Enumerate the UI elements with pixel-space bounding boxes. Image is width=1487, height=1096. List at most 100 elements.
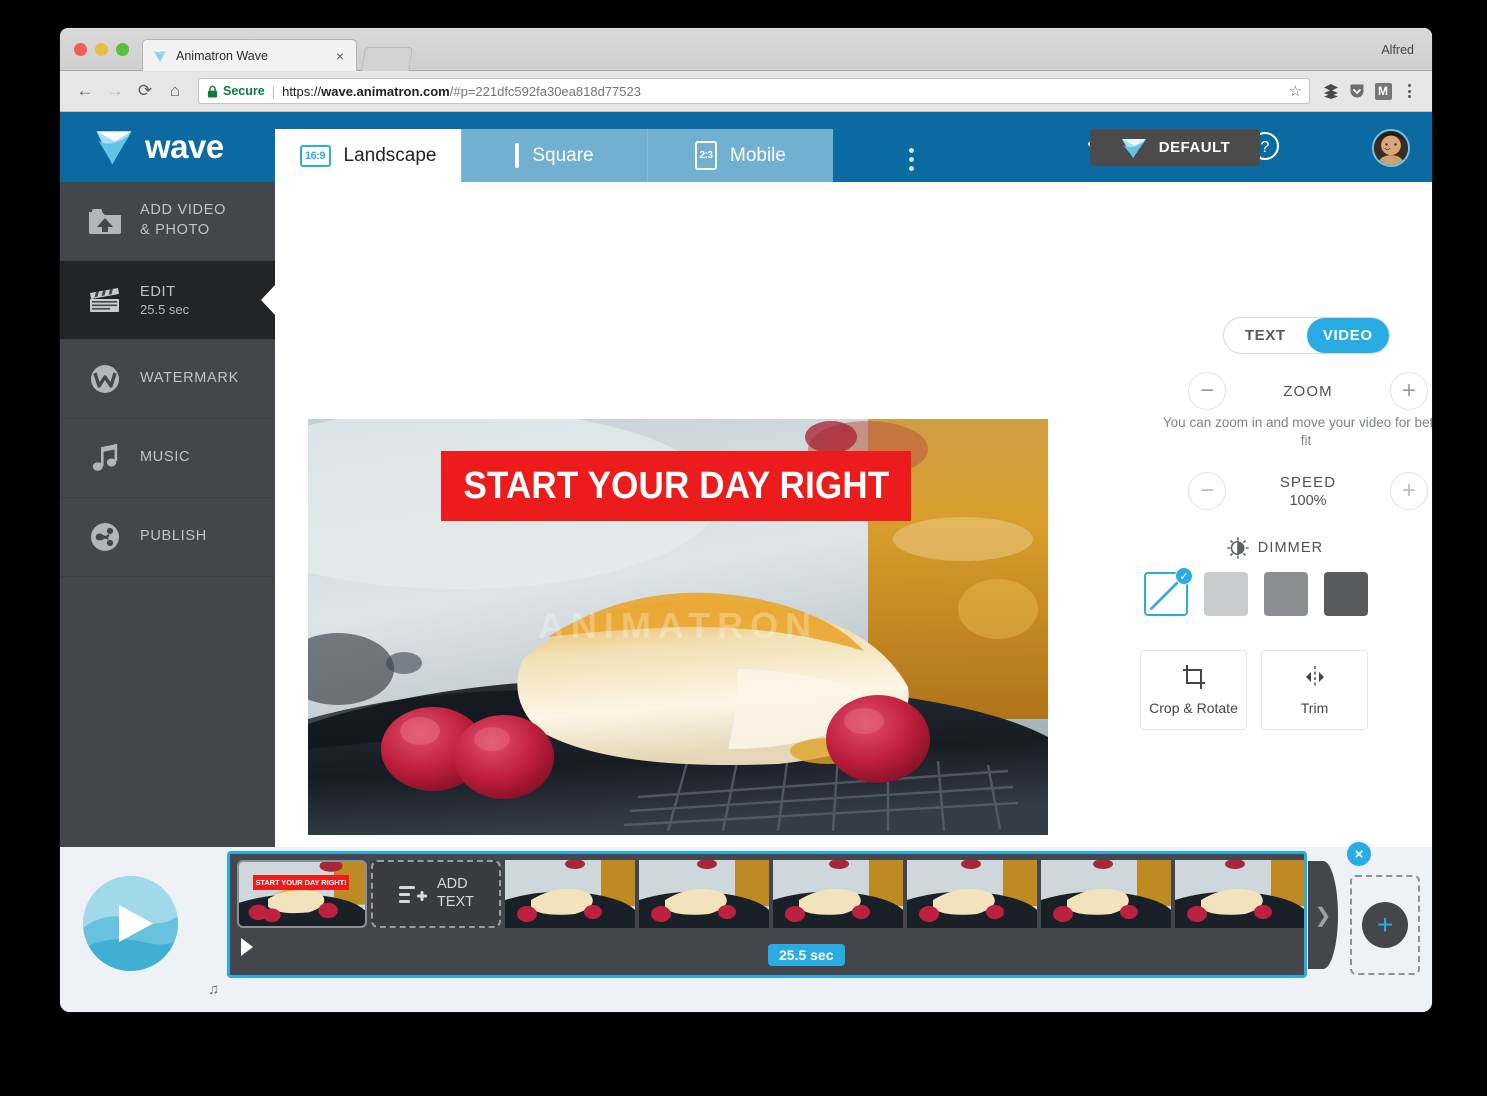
text-overlay-banner[interactable]: START YOUR DAY RIGHT — [441, 451, 911, 521]
tab-video[interactable]: VIDEO — [1306, 318, 1389, 353]
tab-landscape-label: Landscape — [343, 144, 437, 166]
timeline-clip[interactable] — [639, 860, 769, 928]
speed-minus-button[interactable]: − — [1188, 472, 1226, 510]
maximize-window-button[interactable] — [116, 43, 129, 56]
close-icon[interactable]: × — [332, 49, 348, 63]
dimmer-none-swatch[interactable]: ✓ — [1144, 567, 1193, 616]
close-window-button[interactable] — [74, 43, 87, 56]
home-icon[interactable]: ⌂ — [160, 76, 190, 106]
minimize-window-button[interactable] — [95, 43, 108, 56]
tab-mobile[interactable]: 2:3 Mobile — [647, 129, 833, 182]
crop-icon — [1182, 665, 1205, 689]
layers-icon[interactable] — [1318, 78, 1344, 104]
timeline-clip[interactable] — [1041, 860, 1171, 928]
video-canvas[interactable]: ANIMATRON START YOUR DAY RIGHT — [308, 419, 1048, 835]
sidebar-item-label: MUSIC — [140, 449, 191, 466]
plus-icon: + — [1362, 902, 1408, 948]
text-overlay-label: START YOUR DAY RIGHT — [463, 464, 889, 507]
close-icon[interactable]: × — [1345, 840, 1373, 868]
back-icon[interactable]: ← — [70, 76, 100, 106]
m-glyph: M — [1374, 82, 1392, 100]
play-button[interactable] — [83, 876, 178, 971]
svg-text:?: ? — [1261, 139, 1270, 156]
music-note-icon[interactable]: ♫ — [208, 981, 219, 998]
clip-strip: START YOUR DAY RIGHT! ADD TEXT — [237, 860, 1304, 928]
lock-icon — [207, 85, 218, 97]
shield-icon[interactable] — [1344, 78, 1370, 104]
tab-text[interactable]: TEXT — [1224, 318, 1307, 353]
timeline-clip[interactable] — [505, 860, 635, 928]
tab-landscape[interactable]: 16:9 Landscape — [275, 129, 461, 182]
zoom-minus-button[interactable]: − — [1188, 372, 1226, 410]
dimmer-medium-swatch[interactable] — [1264, 572, 1308, 616]
add-text-button[interactable]: ADD TEXT — [371, 860, 501, 928]
address-bar[interactable]: Secure | https://wave.animatron.com/#p=2… — [198, 78, 1310, 104]
sidebar-item-watermark[interactable]: WATERMARK — [60, 340, 275, 419]
timeline-clip[interactable] — [1175, 860, 1304, 928]
tab-mobile-label: Mobile — [730, 144, 786, 166]
sidebar-item-edit[interactable]: EDIT 25.5 sec — [60, 261, 275, 340]
dimmer-light-swatch[interactable] — [1204, 572, 1248, 616]
bookmark-star-icon[interactable]: ☆ — [1289, 82, 1302, 100]
mail-extension-icon[interactable]: M — [1370, 78, 1396, 104]
sidebar-item-music[interactable]: MUSIC — [60, 419, 275, 498]
dimmer-swatches: ✓ — [1144, 567, 1368, 616]
format-tabs: 16:9 Landscape Square 2:3 Mobile — [275, 129, 833, 182]
avatar[interactable] — [1372, 129, 1410, 167]
collapse-timeline-handle[interactable]: ❯ — [1308, 861, 1338, 969]
sidebar-item-publish[interactable]: PUBLISH — [60, 498, 275, 577]
new-tab-stub[interactable] — [361, 47, 413, 71]
clapperboard-icon — [84, 284, 126, 316]
app-brand[interactable]: wave — [60, 112, 275, 182]
kebab-menu-icon[interactable] — [1396, 78, 1422, 104]
playhead-icon[interactable] — [241, 938, 253, 956]
secure-label: Secure — [223, 84, 265, 98]
timeline-clip[interactable] — [907, 860, 1037, 928]
editor-stage: ANIMATRON START YOUR DAY RIGHT TEXT VIDE… — [275, 182, 1432, 947]
timeline-bar: ♫ START YOUR DAY RIGHT! ADD TEXT 25.5 se… — [60, 840, 1432, 1012]
brand-name: wave — [145, 128, 224, 165]
tab-square[interactable]: Square — [461, 129, 647, 182]
speed-plus-button[interactable]: + — [1390, 472, 1428, 510]
canvas-watermark: ANIMATRON — [537, 605, 819, 646]
text-video-toggle: TEXT VIDEO — [1223, 317, 1390, 354]
timeline-track[interactable]: START YOUR DAY RIGHT! ADD TEXT 25.5 sec — [227, 851, 1307, 978]
timeline-clip[interactable] — [773, 860, 903, 928]
sidebar-item-add-video-photo[interactable]: ADD VIDEO & PHOTO — [60, 182, 275, 261]
timeline-track-wrapper: START YOUR DAY RIGHT! ADD TEXT 25.5 sec … — [227, 840, 1373, 978]
dimmer-label: DIMMER — [1257, 540, 1324, 556]
zoom-plus-button[interactable]: + — [1390, 372, 1428, 410]
browser-titlebar: Animatron Wave × Alfred — [60, 28, 1432, 71]
browser-tab-title: Animatron Wave — [176, 48, 268, 63]
brightness-icon — [1226, 537, 1249, 559]
forward-icon[interactable]: → — [100, 76, 130, 106]
add-media-folder-icon — [84, 206, 126, 236]
add-clip-button[interactable]: + — [1350, 875, 1420, 975]
dimmer-dark-swatch[interactable] — [1324, 572, 1368, 616]
tabs-overflow-kebab-icon[interactable] — [905, 144, 918, 175]
clip-thumbnail — [639, 860, 769, 928]
browser-toolbar: ← → ⟳ ⌂ Secure | https://wave.animatron.… — [60, 71, 1432, 112]
square-icon — [515, 142, 520, 168]
timeline-clip-selected[interactable]: START YOUR DAY RIGHT! — [237, 860, 367, 928]
browser-tab[interactable]: Animatron Wave × — [142, 39, 357, 71]
ratio-16-9-icon: 16:9 — [299, 144, 331, 167]
crop-rotate-button[interactable]: Crop & Rotate — [1140, 650, 1247, 730]
zoom-hint-text: You can zoom in and move your video for … — [1162, 415, 1432, 449]
speed-label: SPEED — [1279, 473, 1337, 491]
clip-thumbnail — [239, 862, 365, 926]
default-preset-button[interactable]: DEFAULT — [1090, 129, 1260, 166]
window-controls[interactable] — [74, 43, 129, 56]
trim-button[interactable]: Trim — [1261, 650, 1368, 730]
app-header: wave 16:9 Landscape Square 2:3 Mobile ? … — [60, 112, 1432, 182]
clip-banner-label: START YOUR DAY RIGHT! — [253, 875, 349, 890]
video-tool-buttons: Crop & Rotate Trim — [1140, 650, 1368, 730]
selected-check-icon: ✓ — [1175, 567, 1193, 585]
duration-badge: 25.5 sec — [768, 944, 845, 966]
crop-rotate-label: Crop & Rotate — [1149, 700, 1238, 716]
watermark-w-icon — [84, 362, 126, 396]
tab-square-label: Square — [532, 144, 594, 166]
ratio-2-3-icon: 2:3 — [695, 141, 717, 170]
clip-thumbnail — [773, 860, 903, 928]
reload-icon[interactable]: ⟳ — [130, 76, 160, 106]
